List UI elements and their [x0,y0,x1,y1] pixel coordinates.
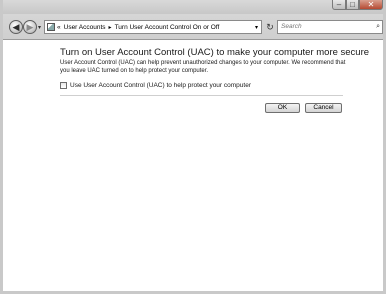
recent-pages-dropdown[interactable]: ▾ [38,24,41,31]
control-panel-icon [47,23,55,31]
address-dropdown-icon[interactable]: ▾ [255,24,258,31]
breadcrumb-uac-settings[interactable]: Turn User Account Control On or Off [115,24,220,31]
search-input[interactable]: Search ⌕ [277,20,383,34]
breadcrumb-user-accounts[interactable]: User Accounts [64,24,106,31]
page-title: Turn on User Account Control (UAC) to ma… [60,47,370,58]
minimize-button[interactable]: – [332,0,346,10]
uac-checkbox-label[interactable]: Use User Account Control (UAC) to help p… [70,82,251,89]
refresh-button[interactable]: ↻ [263,20,277,34]
uac-checkbox[interactable] [60,82,67,89]
search-placeholder: Search [281,23,302,30]
forward-button[interactable]: ▶ [23,20,37,34]
back-button[interactable]: ◀ [9,20,23,34]
breadcrumb-overflow[interactable]: « [57,24,61,31]
page-description: User Account Control (UAC) can help prev… [60,60,346,74]
breadcrumb-separator-icon[interactable]: ▸ [109,24,112,31]
maximize-button[interactable]: □ [346,0,359,10]
navigation-bar: ◀ ▶ ▾ « User Accounts ▸ Turn User Accoun… [3,14,383,40]
title-bar: – □ ✕ [3,0,383,14]
uac-checkbox-row[interactable]: Use User Account Control (UAC) to help p… [60,82,251,89]
divider [60,95,343,96]
ok-button[interactable]: OK [265,103,300,113]
close-button[interactable]: ✕ [359,0,383,10]
search-icon: ⌕ [376,23,380,30]
caption-buttons: – □ ✕ [332,0,383,11]
control-panel-window: – □ ✕ ◀ ▶ ▾ « User Accounts ▸ Turn User … [0,0,386,294]
cancel-button[interactable]: Cancel [305,103,342,113]
address-bar[interactable]: « User Accounts ▸ Turn User Account Cont… [44,20,262,34]
